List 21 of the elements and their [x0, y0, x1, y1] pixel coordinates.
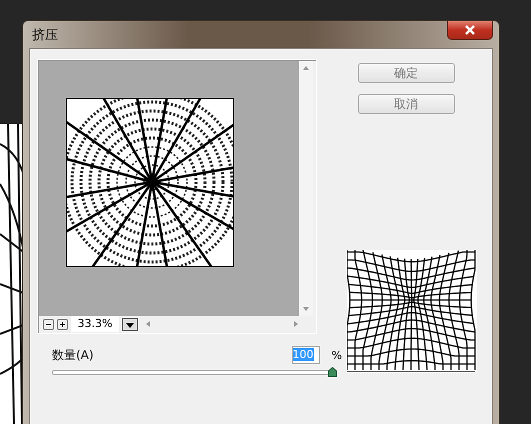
close-icon	[464, 25, 476, 35]
down-arrow-icon	[302, 306, 310, 312]
close-button[interactable]	[447, 21, 493, 40]
percent-label: %	[332, 348, 342, 362]
caret-icon	[126, 322, 134, 328]
up-arrow-icon	[302, 65, 310, 71]
vertical-scrollbar[interactable]	[299, 61, 313, 316]
zoom-in-button[interactable]	[57, 318, 68, 330]
left-arrow-icon	[145, 320, 151, 328]
plus-icon	[59, 320, 66, 328]
window-title: 挤压	[31, 26, 58, 44]
amount-label: 数量(A)	[52, 346, 95, 364]
dialog-button[interactable]: 确定	[358, 63, 454, 83]
zoom-field[interactable]: 33.3%	[71, 316, 119, 332]
amount-input[interactable]: 100	[292, 346, 320, 364]
dialog-button[interactable]: 取消	[358, 94, 454, 114]
zoom-dropdown-button[interactable]	[122, 318, 138, 330]
right-arrow-icon	[293, 320, 299, 328]
amount-slider[interactable]	[52, 370, 334, 375]
zoom-out-button[interactable]	[43, 318, 54, 330]
slider-thumb-icon[interactable]	[328, 367, 337, 377]
